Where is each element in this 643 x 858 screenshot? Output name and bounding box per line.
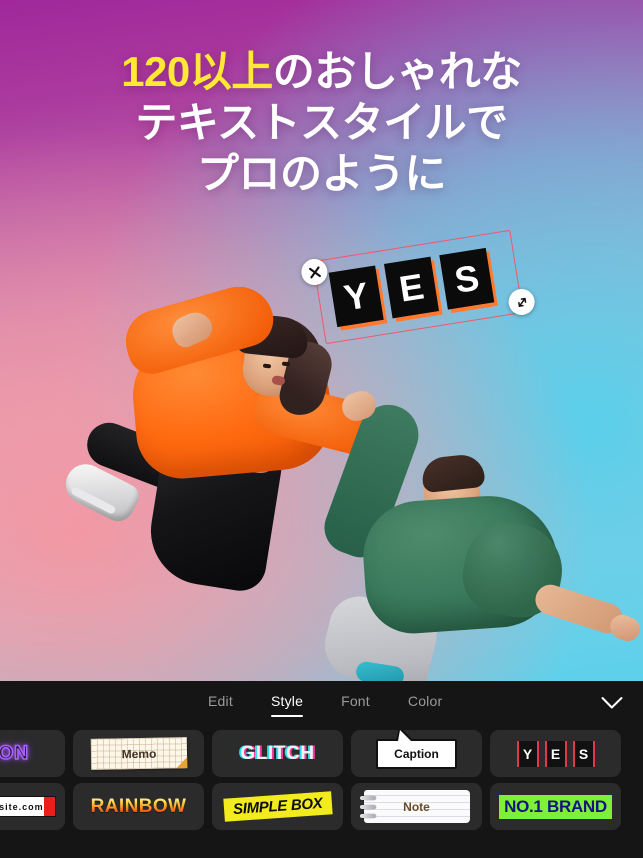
tab-edit[interactable]: Edit — [208, 693, 233, 713]
dancer-male — [317, 387, 643, 681]
yes-box-letter: Y — [516, 740, 539, 767]
editor-panel: Edit Style Font Color NEON Memo — [0, 681, 643, 858]
website-red-block — [43, 797, 55, 816]
preset-simple-box[interactable]: SIMPLE BOX — [212, 783, 343, 830]
headline-accent: 120以上 — [121, 48, 273, 95]
headline-line-1: 120以上のおしゃれな — [0, 46, 643, 97]
headline-line-3: プロのように — [196, 150, 447, 198]
app-screen: 120以上のおしゃれな テキストスタイルで プロのように Y E S Edit … — [0, 0, 643, 858]
text-letter-box: E — [383, 256, 440, 319]
preset-row-2: www.website.com RAINBOW SIMPLE BOX Note — [0, 783, 621, 830]
style-preset-scroller[interactable]: NEON Memo GLITCH Caption Y — [0, 727, 643, 858]
headline-line-2: テキストスタイルで — [135, 99, 508, 147]
yes-box-letter: S — [572, 740, 595, 767]
preset-rainbow-label: RAINBOW — [90, 795, 187, 817]
preset-memo[interactable]: Memo — [73, 730, 204, 777]
yes-box-letter: E — [544, 740, 567, 767]
spiral-ring-icon — [359, 814, 376, 818]
preset-note-label: Note — [403, 799, 430, 814]
preset-row-1: NEON Memo GLITCH Caption Y — [0, 730, 621, 777]
preset-caption[interactable]: Caption — [351, 730, 482, 777]
headline-line-1-rest: のおしゃれな — [272, 48, 523, 95]
preset-rainbow[interactable]: RAINBOW — [73, 783, 204, 830]
tab-style[interactable]: Style — [270, 693, 304, 717]
preset-caption-label: Caption — [394, 746, 439, 761]
text-letter-box: Y — [328, 265, 384, 328]
preset-glitch-label: GLITCH — [240, 742, 315, 764]
tab-font[interactable]: Font — [341, 693, 370, 713]
checkmark-icon[interactable] — [595, 686, 629, 720]
female-mouth — [271, 375, 286, 386]
preset-yes[interactable]: Y E S — [490, 730, 621, 777]
preset-note[interactable]: Note — [351, 783, 482, 830]
spiral-ring-icon — [359, 805, 376, 809]
page-title: 120以上のおしゃれな テキストスタイルで プロのように — [0, 46, 643, 200]
yes-boxes: Y E S — [516, 740, 595, 767]
preset-brand-label: NO.1 BRAND — [499, 794, 612, 819]
preset-website-label: www.website.com — [0, 801, 44, 812]
male-hair — [420, 452, 486, 494]
preset-brand[interactable]: NO.1 BRAND — [490, 783, 621, 830]
memo-paper: Memo — [90, 737, 187, 770]
spiral-ring-icon — [359, 796, 376, 800]
preset-neon[interactable]: NEON — [0, 730, 65, 777]
preset-simple-box-label: SIMPLE BOX — [223, 791, 332, 822]
caption-bubble: Caption — [376, 730, 457, 769]
preset-website[interactable]: www.website.com — [0, 783, 65, 830]
preset-memo-label: Memo — [121, 746, 156, 761]
photo-canvas[interactable]: 120以上のおしゃれな テキストスタイルで プロのように Y E S — [0, 0, 643, 681]
preset-glitch[interactable]: GLITCH — [212, 730, 343, 777]
website-bar: www.website.com — [0, 796, 56, 817]
preset-neon-label: NEON — [0, 742, 29, 765]
text-letter-box: S — [439, 247, 495, 310]
editor-tabbar: Edit Style Font Color — [0, 681, 643, 725]
selected-text-object[interactable]: Y E S — [299, 229, 537, 345]
tab-color[interactable]: Color — [408, 693, 442, 713]
note-paper: Note — [359, 790, 470, 823]
